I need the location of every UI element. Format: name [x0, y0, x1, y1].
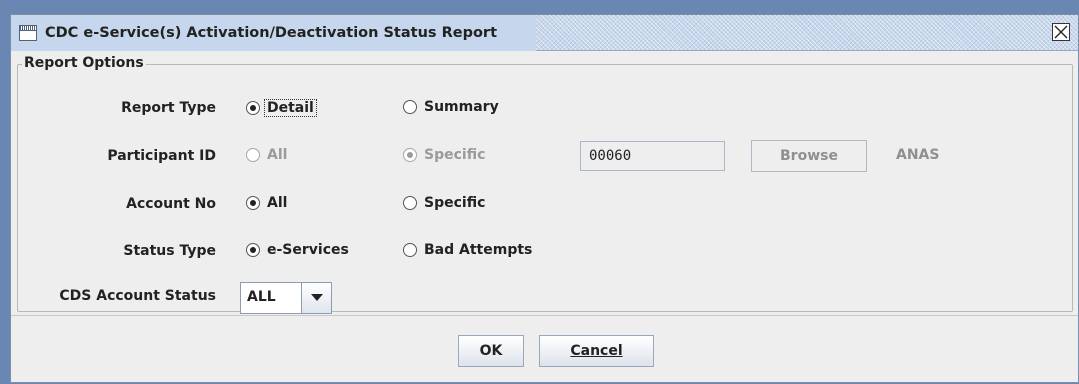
chevron-down-icon[interactable]	[301, 283, 331, 313]
participant-all-radio: All	[246, 147, 287, 163]
status-type-row: Status Type e-Services Bad Attempts	[18, 240, 1072, 264]
radio-label: e-Services	[267, 242, 349, 258]
account-all-radio[interactable]: All	[246, 195, 287, 211]
dialog-footer: OK Cancel	[11, 316, 1078, 384]
radio-checked-icon	[246, 243, 260, 257]
radio-label: All	[267, 147, 288, 163]
status-type-label: Status Type	[123, 243, 216, 259]
account-no-label: Account No	[126, 196, 216, 212]
report-dialog: CDC e-Service(s) Activation/Deactivation…	[10, 14, 1079, 383]
report-type-label: Report Type	[121, 100, 216, 116]
title-bar[interactable]: CDC e-Service(s) Activation/Deactivation…	[11, 15, 1078, 51]
window-icon	[19, 25, 37, 41]
radio-label: Specific	[424, 147, 486, 163]
report-type-detail-radio[interactable]: Detail	[246, 99, 317, 117]
report-options-group: Report Options Report Type Detail Summar…	[17, 55, 1073, 314]
ok-button[interactable]: OK	[458, 335, 524, 367]
participant-specific-radio: Specific	[403, 147, 485, 163]
radio-unchecked-icon	[403, 100, 417, 114]
cds-account-status-row: CDS Account Status ALL	[18, 282, 1072, 314]
cancel-label: Cancel	[570, 343, 623, 359]
radio-unchecked-icon	[246, 148, 260, 162]
report-type-row: Report Type Detail Summary	[18, 97, 1072, 121]
status-bad-attempts-radio[interactable]: Bad Attempts	[403, 242, 532, 258]
radio-label: All	[267, 195, 288, 211]
cds-account-status-label: CDS Account Status	[59, 288, 216, 304]
account-specific-radio[interactable]: Specific	[403, 195, 485, 211]
close-icon[interactable]	[1052, 23, 1070, 41]
participant-id-field: 00060	[580, 141, 725, 171]
radio-checked-icon	[246, 101, 260, 115]
radio-label: Specific	[424, 195, 486, 211]
dialog-content: Report Options Report Type Detail Summar…	[11, 52, 1078, 314]
title-area: CDC e-Service(s) Activation/Deactivation…	[11, 15, 536, 51]
account-no-row: Account No All Specific	[18, 193, 1072, 217]
radio-unchecked-icon	[403, 243, 417, 257]
status-eservices-radio[interactable]: e-Services	[246, 242, 349, 258]
participant-code: ANAS	[896, 147, 940, 163]
cancel-button[interactable]: Cancel	[539, 335, 654, 367]
window-title: CDC e-Service(s) Activation/Deactivation…	[45, 25, 498, 41]
browse-button: Browse	[751, 140, 867, 172]
report-options-legend: Report Options	[22, 55, 146, 71]
radio-label: Detail	[264, 99, 317, 117]
radio-label: Bad Attempts	[424, 242, 533, 258]
radio-checked-icon	[403, 148, 417, 162]
participant-id-label: Participant ID	[107, 148, 216, 164]
radio-label: Summary	[424, 99, 499, 115]
radio-unchecked-icon	[403, 196, 417, 210]
cds-account-status-value: ALL	[247, 289, 276, 305]
cds-account-status-select[interactable]: ALL	[240, 282, 332, 314]
participant-id-row: Participant ID All Specific 00060 Browse…	[18, 140, 1072, 172]
report-type-summary-radio[interactable]: Summary	[403, 99, 499, 115]
radio-checked-icon	[246, 196, 260, 210]
